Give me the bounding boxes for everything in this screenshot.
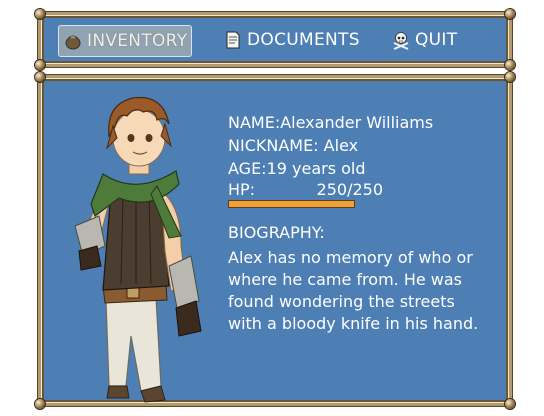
rivet-ornament <box>35 60 45 70</box>
age-value: 19 years old <box>266 159 366 178</box>
character-info: NAME: Alexander Williams NICKNAME: Alex A… <box>228 112 498 335</box>
rivet-ornament <box>505 9 515 19</box>
rivet-ornament <box>505 72 515 82</box>
nickname-value: Alex <box>323 136 359 155</box>
bag-icon <box>65 35 81 50</box>
menu-inventory-label: INVENTORY <box>87 31 188 51</box>
menu-quit-label: QUIT <box>415 30 458 50</box>
rivet-ornament <box>35 399 45 409</box>
rivet-ornament <box>505 60 515 70</box>
name-label: NAME: <box>228 113 281 132</box>
rivet-ornament <box>35 72 45 82</box>
age-row: AGE: 19 years old <box>228 158 498 179</box>
name-value: Alexander Williams <box>280 113 434 132</box>
hp-bar-fill <box>229 201 354 207</box>
hp-label: HP: <box>228 180 256 199</box>
menu-bar: INVENTORY DOCUMENTS QUIT <box>35 9 515 70</box>
hp-bar <box>228 200 355 208</box>
biography-text: Alex has no memory of who or where he ca… <box>228 248 479 333</box>
menu-documents-button[interactable]: DOCUMENTS <box>223 25 360 55</box>
character-panel: NAME: Alexander Williams NICKNAME: Alex A… <box>35 72 515 409</box>
biography-label: BIOGRAPHY: <box>228 223 325 242</box>
hp-value: 250/250 <box>316 180 383 199</box>
skull-crossbones-icon <box>393 32 409 50</box>
document-icon <box>226 31 240 49</box>
age-label: AGE: <box>228 159 267 178</box>
menu-documents-label: DOCUMENTS <box>247 30 360 50</box>
rivet-ornament <box>35 9 45 19</box>
menu-inventory-button[interactable]: INVENTORY <box>58 25 193 57</box>
nickname-row: NICKNAME: Alex <box>228 135 498 156</box>
name-row: NAME: Alexander Williams <box>228 112 498 133</box>
menu-quit-button[interactable]: QUIT <box>391 25 457 55</box>
hp-row: HP: 250/250 <box>228 179 498 200</box>
character-portrait <box>74 96 202 403</box>
rivet-ornament <box>505 399 515 409</box>
nickname-label: NICKNAME: <box>228 136 319 155</box>
